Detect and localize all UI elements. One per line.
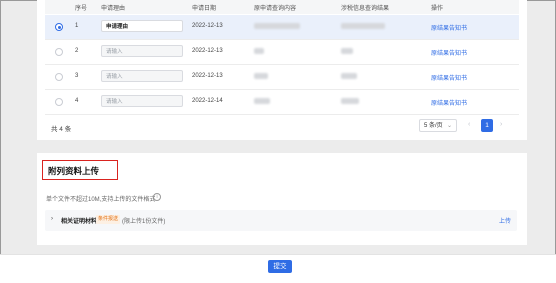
next-page-icon[interactable]: ›	[500, 121, 502, 128]
header-original-query: 原申请查询内容	[254, 6, 297, 12]
prev-page-icon[interactable]: ‹	[468, 121, 470, 128]
row-date: 2022-12-13	[192, 73, 223, 79]
table-header: 序号 申请理由 申请日期 原申请查询内容 涉税信息查询结果 操作	[45, 0, 519, 14]
row-radio[interactable]	[55, 48, 63, 56]
redacted-query-content	[254, 98, 270, 104]
total-count: 共 4 条	[51, 126, 72, 133]
reason-input[interactable]: 申请理由	[101, 20, 183, 32]
reason-input[interactable]: 请输入	[101, 95, 183, 107]
redacted-query-content	[254, 48, 264, 54]
upload-link[interactable]: 上传	[499, 216, 511, 225]
row-date: 2022-12-13	[192, 48, 223, 54]
section-title: 附列资料上传	[48, 166, 100, 176]
result-notice-link[interactable]: 原结果告知书	[431, 73, 467, 82]
upload-hint: 单个文件不超过10M,支持上传的文件格式	[46, 197, 156, 203]
table-row[interactable]: 4 请输入 2022-12-14 原结果告知书	[45, 90, 519, 115]
reason-input[interactable]: 请输入	[101, 45, 183, 57]
redacted-tax-result	[341, 98, 359, 104]
redacted-tax-result	[341, 48, 353, 54]
result-notice-link[interactable]: 原结果告知书	[431, 23, 467, 32]
redacted-query-content	[254, 73, 268, 79]
header-tax-result: 涉税信息查询结果	[341, 6, 390, 12]
row-radio[interactable]	[55, 98, 63, 106]
row-date: 2022-12-13	[192, 23, 223, 29]
page-size-select[interactable]: 5 条/页 ⌄	[419, 119, 457, 132]
reason-input[interactable]: 请输入	[101, 70, 183, 82]
conditional-tag: 条件报送	[96, 215, 121, 224]
chevron-down-icon: ⌄	[446, 123, 452, 129]
info-icon[interactable]: i	[153, 193, 161, 201]
redacted-tax-result	[341, 73, 357, 79]
table-row[interactable]: 3 请输入 2022-12-13 原结果告知书	[45, 65, 519, 90]
row-index: 3	[75, 73, 79, 79]
material-note: (限上传1份文件)	[122, 219, 166, 225]
header-action: 操作	[431, 6, 444, 12]
chevron-right-icon[interactable]: ›	[51, 216, 53, 222]
result-notice-link[interactable]: 原结果告知书	[431, 48, 467, 57]
table-row[interactable]: 2 请输入 2022-12-13 原结果告知书	[45, 40, 519, 65]
header-date: 申请日期	[192, 6, 217, 12]
upload-item-row[interactable]: › 相关证明材料 条件报送 (限上传1份文件) 上传	[45, 210, 517, 231]
table-row[interactable]: 1 申请理由 2022-12-13 原结果告知书	[45, 15, 519, 40]
row-index: 2	[75, 48, 79, 54]
redacted-tax-result	[341, 23, 385, 29]
row-radio[interactable]	[55, 23, 63, 31]
row-index: 1	[75, 23, 79, 29]
row-date: 2022-12-14	[192, 98, 223, 104]
material-label: 相关证明材料	[61, 219, 98, 225]
page-button-current[interactable]: 1	[481, 119, 493, 132]
result-notice-link[interactable]: 原结果告知书	[431, 98, 467, 107]
row-index: 4	[75, 98, 79, 104]
header-reason: 申请理由	[101, 6, 126, 12]
submit-button[interactable]: 提交	[268, 260, 292, 273]
header-index: 序号	[75, 6, 88, 12]
page-size-value: 5 条/页	[424, 123, 443, 129]
row-radio[interactable]	[55, 73, 63, 81]
redacted-query-content	[254, 23, 300, 29]
